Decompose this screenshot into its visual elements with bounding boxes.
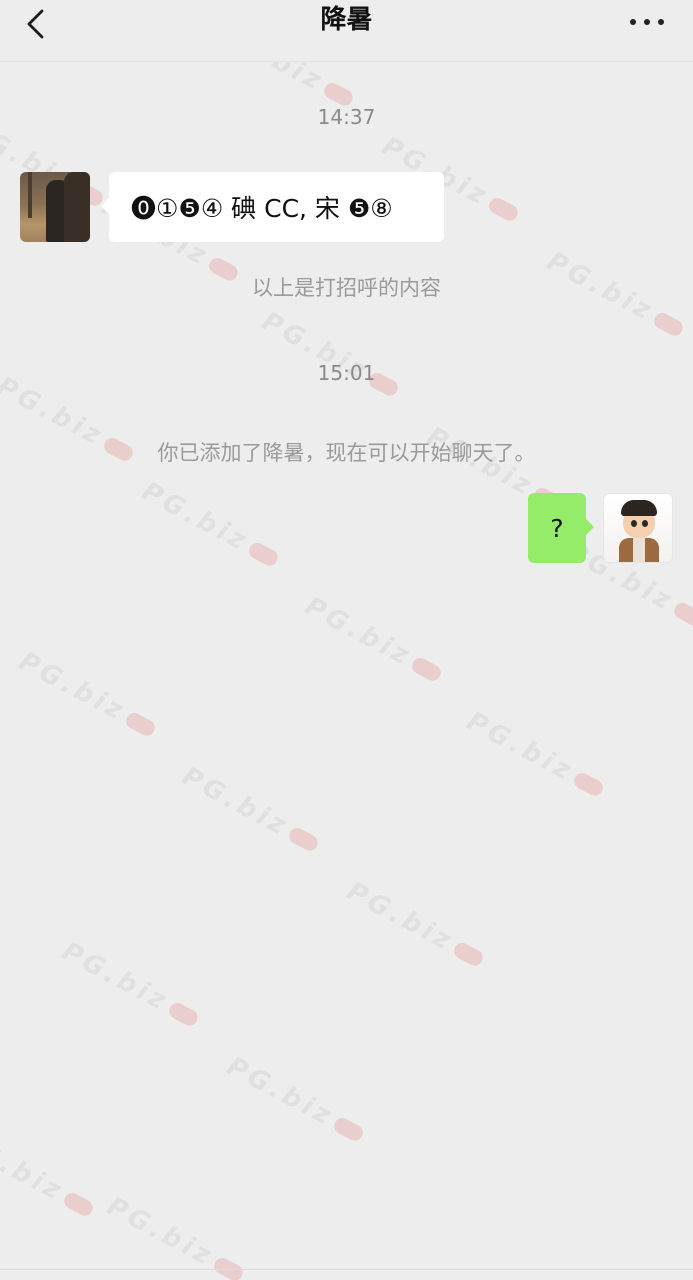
- input-bar-divider: [0, 1269, 693, 1270]
- greeting-note: 以上是打招呼的内容: [252, 276, 441, 300]
- chat-header: 降暑: [0, 0, 693, 62]
- watermark: PG.biz: [14, 646, 161, 743]
- more-button[interactable]: [625, 6, 669, 36]
- incoming-message-bubble[interactable]: ⓿①❺④ 碘 CC, 宋 ❺⑧: [101, 172, 444, 242]
- watermark: PG.biz: [257, 306, 404, 403]
- message-text: ⓿①❺④ 碘 CC, 宋 ❺⑧: [131, 194, 393, 223]
- chat-screen: PG.biz PG.biz PG.biz PG.biz PG.biz PG.bi…: [0, 0, 693, 1280]
- chat-title: 降暑: [320, 5, 373, 35]
- watermark: PG.biz: [57, 936, 204, 1033]
- watermark: PG.biz: [342, 876, 489, 973]
- watermark: PG.biz: [462, 706, 609, 803]
- watermark: PG.biz: [137, 476, 284, 573]
- watermark: PG.biz: [0, 1126, 99, 1223]
- watermark: PG.biz: [222, 1051, 369, 1148]
- my-avatar[interactable]: [603, 493, 673, 563]
- outgoing-message-bubble[interactable]: ?: [528, 493, 594, 563]
- contact-avatar[interactable]: [20, 172, 90, 242]
- message-text: ?: [550, 513, 564, 543]
- timestamp: 15:01: [317, 361, 376, 385]
- timestamp: 14:37: [317, 105, 376, 129]
- system-notice: 你已添加了降暑，现在可以开始聊天了。: [157, 441, 536, 465]
- watermark: PG.biz: [177, 761, 324, 858]
- watermark: PG.biz: [300, 591, 447, 688]
- watermark: PG.biz: [102, 1191, 249, 1280]
